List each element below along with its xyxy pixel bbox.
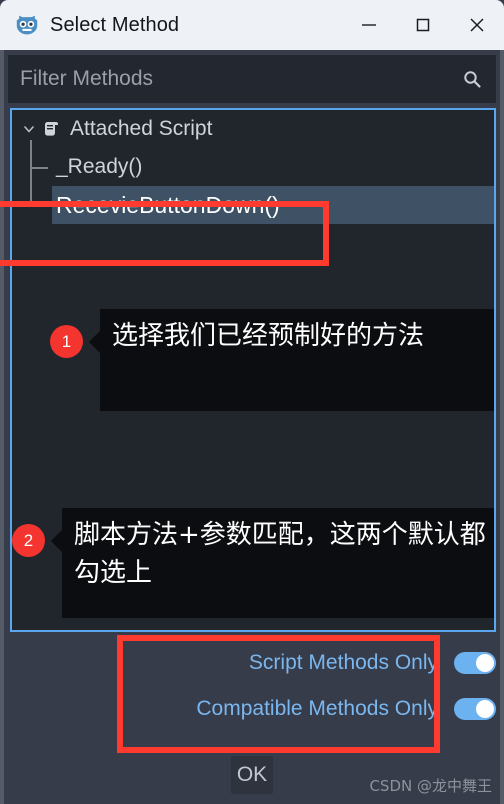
script-icon [42,119,62,139]
tree-item-ready[interactable]: _Ready() [12,140,494,186]
toggle-compatible-methods-only[interactable] [454,698,496,720]
ok-button[interactable]: OK [231,756,273,794]
tree-guide-horizontal [30,167,48,169]
callout-arrow [89,331,100,353]
filter-methods-field[interactable]: Filter Methods [8,55,496,103]
window-edge-left [0,50,4,804]
options-group: Script Methods Only Compatible Methods O… [120,640,496,732]
toggle-knob [476,700,494,718]
tree-item-label: _Ready() [56,155,143,178]
tree-guide-vertical [30,140,32,167]
toggle-knob [476,654,494,672]
option-label: Compatible Methods Only [196,697,438,720]
tree-item-label: Attached Script [70,117,213,140]
window-controls [342,0,504,50]
select-method-dialog: Select Method Filter Methods Attached Sc… [0,0,504,804]
minimize-icon[interactable] [342,0,396,50]
close-icon[interactable] [450,0,504,50]
tree-item-recevie-button-down[interactable]: RecevieButtonDown() [12,167,494,224]
chevron-down-icon[interactable] [20,120,38,138]
annotation-callout-1: 选择我们已经预制好的方法 [89,309,494,411]
window-edge-right [500,50,504,804]
maximize-icon[interactable] [396,0,450,50]
annotation-badge-2: 2 [12,524,45,557]
window-title: Select Method [50,13,180,36]
annotation-badge-number: 2 [23,530,34,550]
annotation-badge-1: 1 [50,325,83,358]
title-bar: Select Method [0,0,504,50]
callout-arrow [51,530,62,552]
option-label: Script Methods Only [248,651,438,674]
search-icon[interactable] [462,69,482,89]
tree-guide-horizontal [30,205,48,207]
tree-item-attached-script[interactable]: Attached Script [12,110,494,148]
annotation-badge-number: 1 [61,331,72,351]
annotation-text: 脚本方法+参数匹配，这两个默认都勾选上 [74,520,486,588]
watermark: CSDN @龙中舞王 [369,777,492,795]
annotation-callout-2: 脚本方法+参数匹配，这两个默认都勾选上 [51,508,494,618]
toggle-script-methods-only[interactable] [454,652,496,674]
option-script-methods-only[interactable]: Script Methods Only [120,640,496,686]
filter-placeholder: Filter Methods [20,67,154,90]
godot-robot-icon [16,15,38,35]
annotation-text: 选择我们已经预制好的方法 [112,321,425,351]
method-tree-panel[interactable]: Attached Script _Ready() RecevieButtonDo… [10,108,496,632]
tree-item-label: RecevieButtonDown() [56,191,280,218]
option-compatible-methods-only[interactable]: Compatible Methods Only [120,686,496,732]
tree-guide-vertical [30,167,32,205]
